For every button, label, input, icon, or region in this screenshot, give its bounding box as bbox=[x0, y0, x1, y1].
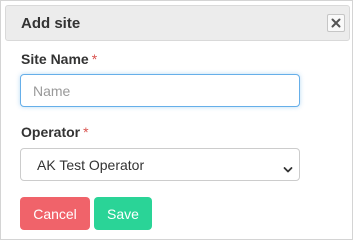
required-marker: * bbox=[83, 124, 89, 140]
chevron-down-icon bbox=[283, 161, 293, 179]
site-name-label: Site Name * bbox=[21, 51, 97, 67]
dialog-title: Add site bbox=[21, 15, 81, 32]
operator-label-text: Operator bbox=[21, 124, 81, 140]
add-site-dialog: Add site Site Name* Operator* AK Test Op… bbox=[0, 0, 353, 240]
site-name-label-text: Site Name bbox=[21, 51, 89, 67]
cancel-button[interactable]: Cancel bbox=[20, 197, 90, 230]
save-button[interactable]: Save bbox=[94, 197, 152, 230]
dialog-header: Add site bbox=[5, 5, 350, 41]
close-x-icon bbox=[331, 18, 341, 28]
required-marker: * bbox=[91, 51, 98, 67]
close-button[interactable] bbox=[327, 14, 345, 32]
operator-select[interactable]: AK Test Operator bbox=[20, 148, 300, 181]
operator-selected-value: AK Test Operator bbox=[37, 157, 145, 173]
site-name-input[interactable] bbox=[20, 74, 300, 107]
operator-label: Operator * bbox=[21, 124, 89, 140]
